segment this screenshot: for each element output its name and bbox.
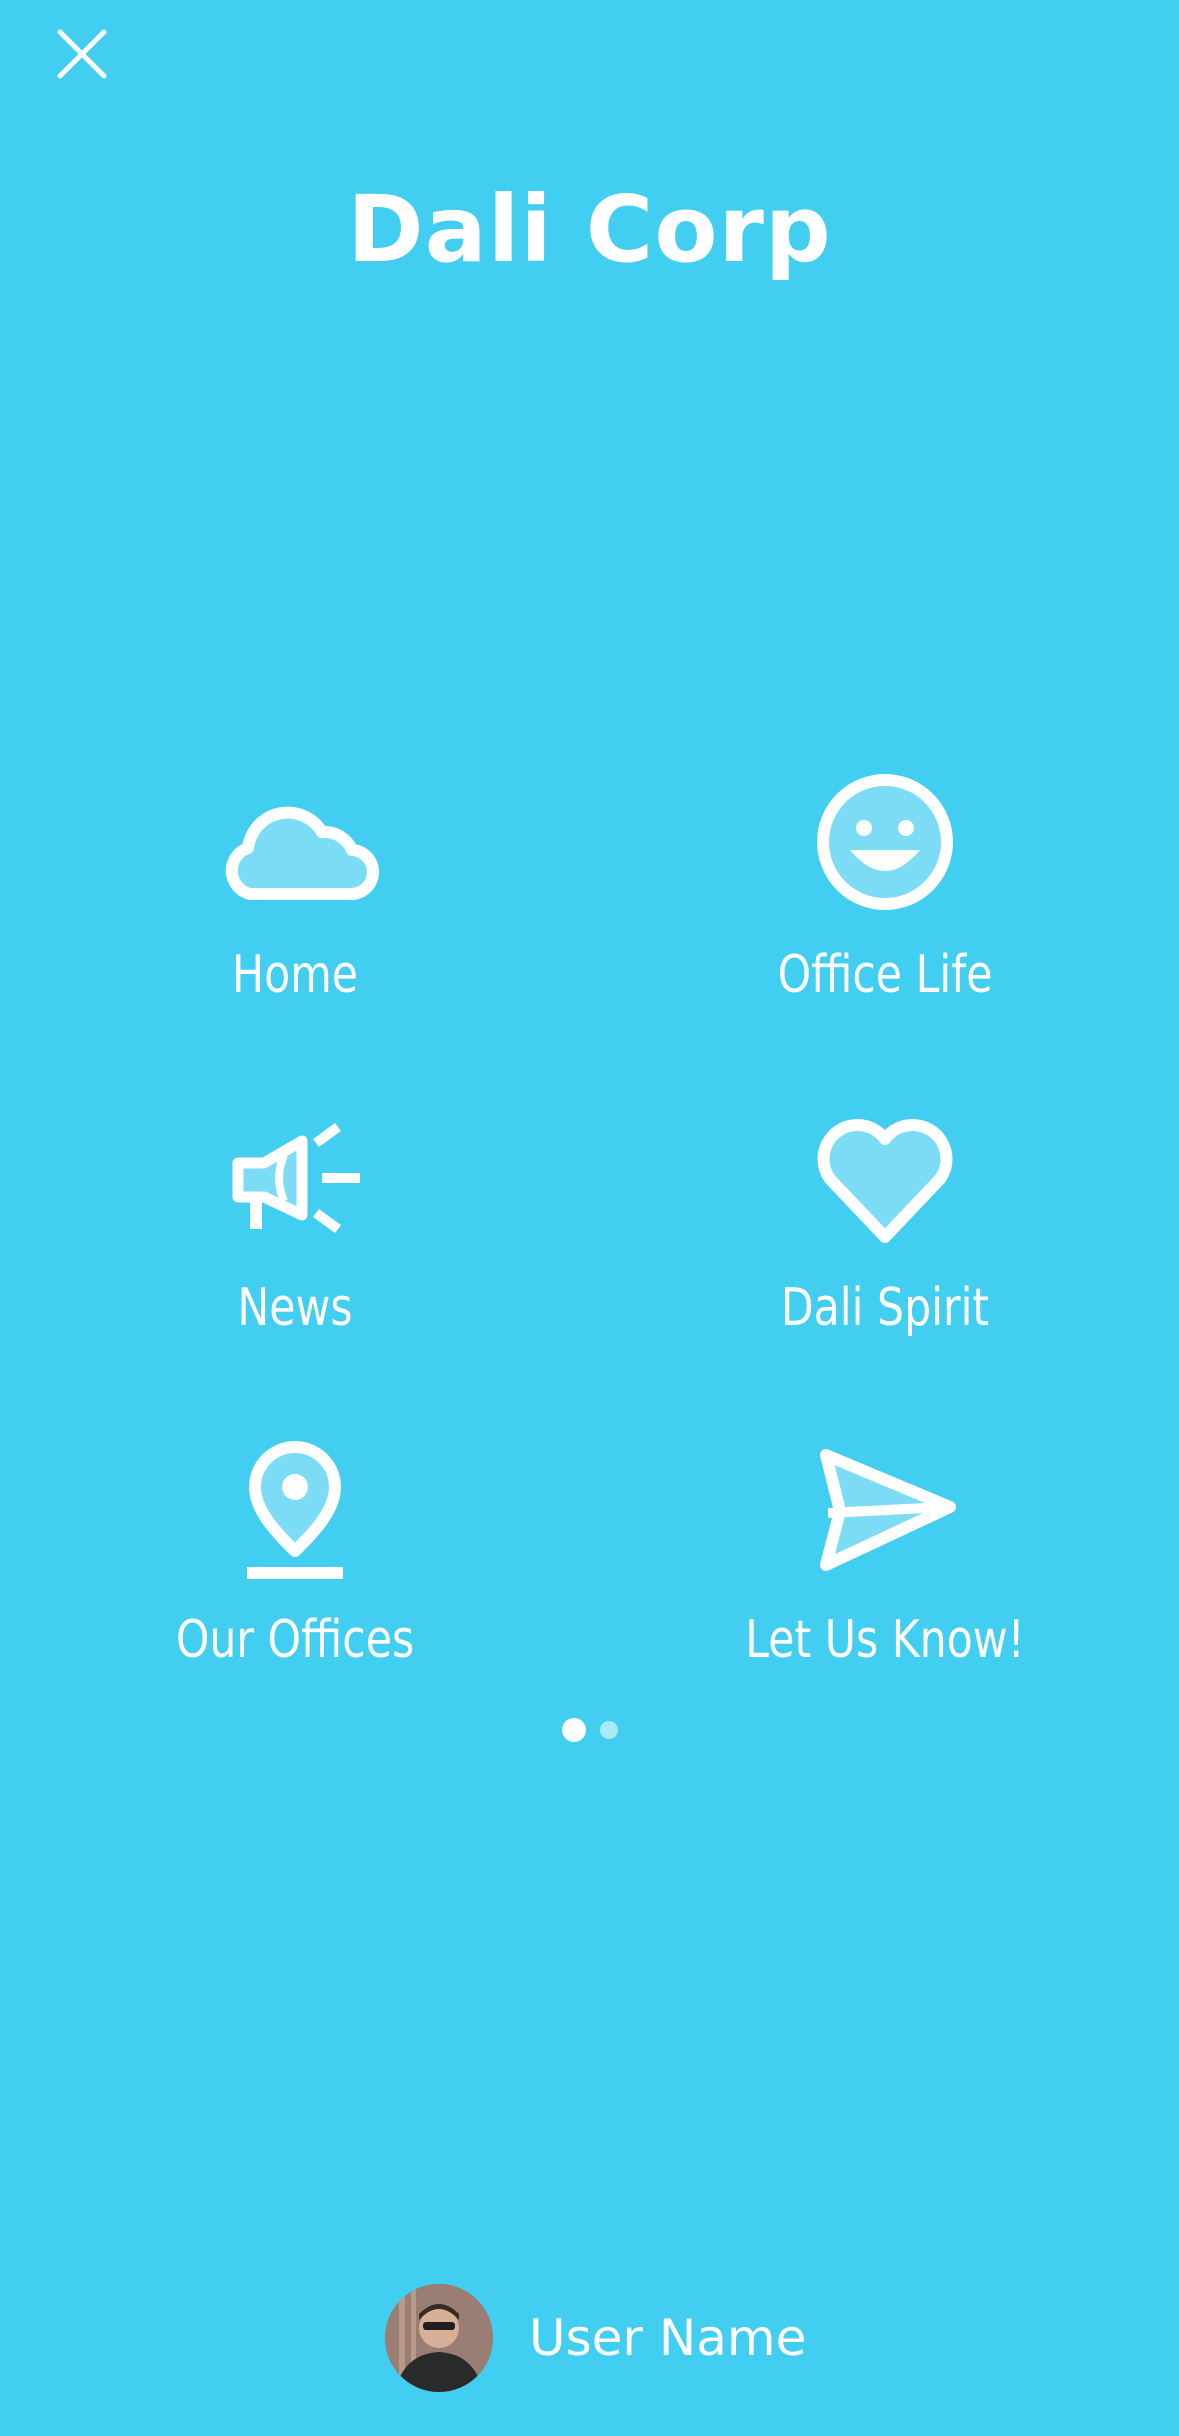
menu-item-our-offices[interactable]: Our Offices — [65, 1435, 525, 1695]
close-button[interactable] — [50, 22, 114, 86]
menu-item-label: Let Us Know! — [745, 1610, 1025, 1670]
menu-item-home[interactable]: Home — [65, 770, 525, 1030]
menu-item-label: Dali Spirit — [780, 1278, 990, 1338]
menu-item-label: Home — [232, 945, 358, 1005]
avatar — [385, 2284, 493, 2392]
smiley-icon — [800, 770, 970, 920]
menu-item-office-life[interactable]: Office Life — [655, 770, 1115, 1030]
menu-item-label: News — [237, 1278, 353, 1338]
page-dot-1[interactable] — [561, 1718, 586, 1742]
user-name: User Name — [529, 2309, 807, 2367]
user-profile[interactable]: User Name — [385, 2283, 806, 2393]
send-icon — [800, 1435, 970, 1585]
cloud-icon — [210, 770, 380, 920]
app-title: Dali Corp — [347, 176, 832, 283]
menu-item-news[interactable]: News — [65, 1103, 525, 1363]
menu-item-let-us-know[interactable]: Let Us Know! — [655, 1435, 1115, 1695]
map-pin-icon — [210, 1435, 380, 1585]
close-icon — [57, 29, 107, 79]
menu-item-label: Office Life — [777, 945, 993, 1005]
heart-icon — [800, 1103, 970, 1253]
page-dot-2[interactable] — [599, 1721, 618, 1739]
megaphone-icon — [210, 1103, 380, 1253]
menu-item-dali-spirit[interactable]: Dali Spirit — [655, 1103, 1115, 1363]
menu-item-label: Our Offices — [175, 1610, 415, 1670]
page-indicator — [0, 1718, 1179, 1742]
